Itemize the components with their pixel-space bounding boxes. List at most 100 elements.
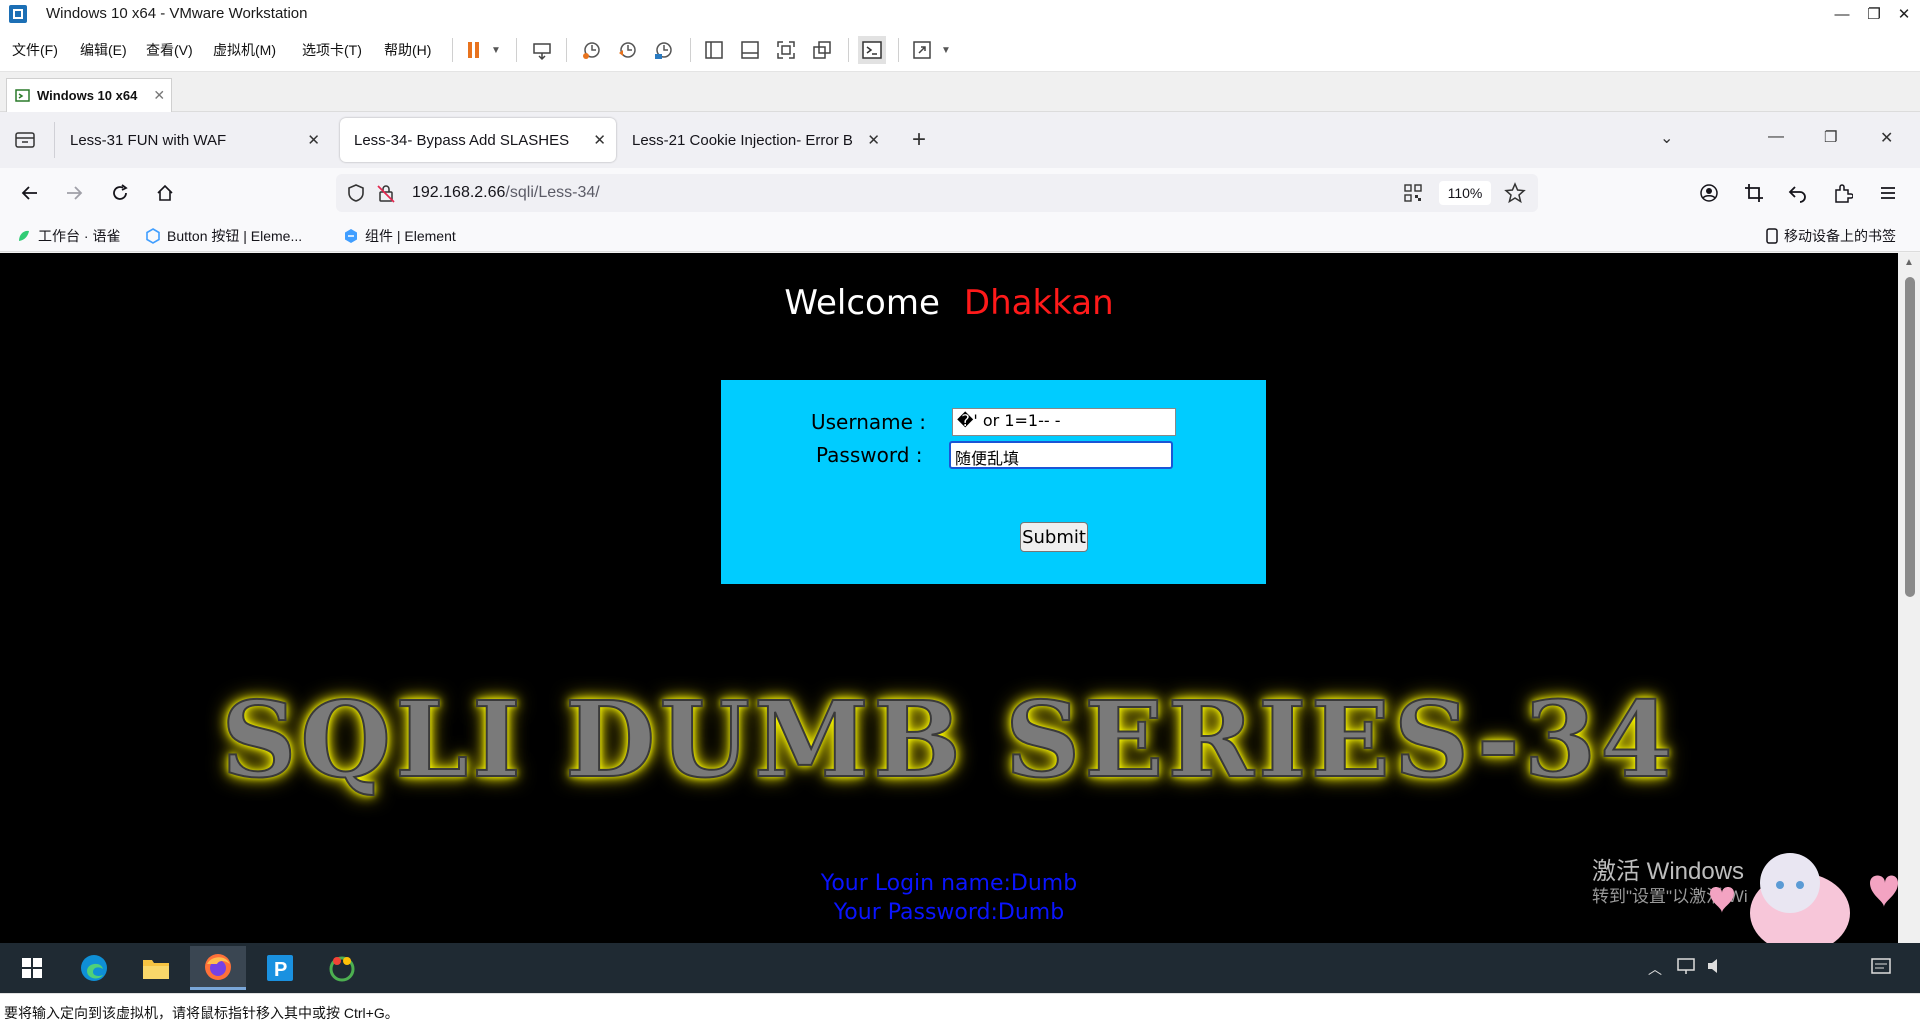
vm-tab-windows10[interactable]: Windows 10 x64 ✕ — [6, 78, 172, 112]
toolbar-separator — [690, 38, 691, 62]
shield-icon[interactable] — [346, 183, 366, 203]
account-icon[interactable] — [1695, 179, 1723, 207]
submit-button[interactable]: Submit — [1020, 522, 1088, 552]
qr-icon[interactable] — [1404, 184, 1422, 202]
windows-taskbar: P ︿ — [0, 943, 1920, 993]
username-input[interactable]: �' or 1=1-- - — [952, 408, 1176, 436]
browser-restore-button[interactable]: ❐ — [1824, 128, 1837, 146]
star-icon[interactable] — [1504, 182, 1526, 204]
restore-button[interactable]: ❐ — [1858, 0, 1890, 28]
element-icon — [345, 229, 357, 243]
tab-title: Less-34- Bypass Add SLASHES — [354, 131, 570, 149]
browser-minimize-button[interactable]: — — [1768, 128, 1784, 146]
list-tabs-icon[interactable]: ⌄ — [1660, 128, 1673, 148]
bookmark-label: 移动设备上的书签 — [1784, 228, 1896, 244]
network-icon[interactable] — [1676, 957, 1698, 975]
reload-icon[interactable] — [106, 179, 134, 207]
toolbar-separator — [898, 38, 899, 62]
undo-icon[interactable] — [1784, 179, 1812, 207]
menu-edit[interactable]: 编辑(E) — [80, 40, 127, 60]
bookmark-button-element[interactable]: Button 按钮 | Eleme... — [145, 226, 302, 246]
vmware-tab-strip: Windows 10 x64 ✕ — [0, 72, 1920, 112]
login-form: Username : �' or 1=1-- - Password : 随便乱填… — [721, 380, 1266, 584]
scroll-up-icon[interactable]: ▲ — [1904, 257, 1914, 268]
web-page: Welcome Dhakkan Username : �' or 1=1-- - … — [0, 253, 1898, 943]
stretch-icon[interactable] — [908, 36, 936, 64]
menu-file[interactable]: 文件(F) — [12, 40, 58, 60]
unity-icon[interactable] — [808, 36, 836, 64]
firefox-icon[interactable] — [190, 946, 246, 990]
tab-overview-icon[interactable] — [14, 130, 36, 150]
tab-less-34[interactable]: Less-34- Bypass Add SLASHES ✕ — [340, 118, 616, 162]
menu-vm[interactable]: 虚拟机(M) — [213, 40, 276, 60]
close-icon[interactable]: ✕ — [867, 131, 880, 149]
library-icon[interactable] — [700, 36, 728, 64]
browser-close-button[interactable]: ✕ — [1880, 128, 1893, 148]
tray-chevron-up-icon[interactable]: ︿ — [1648, 959, 1662, 979]
pause-icon[interactable] — [460, 36, 488, 64]
close-icon[interactable]: ✕ — [153, 87, 165, 104]
notification-icon[interactable] — [1870, 957, 1892, 977]
menu-view[interactable]: 查看(V) — [146, 40, 193, 60]
vmware-status-bar: 要将输入定向到该虚拟机，请将鼠标指针移入其中或按 Ctrl+G。 — [0, 993, 1920, 1029]
menu-tabs[interactable]: 选项卡(T) — [302, 40, 362, 60]
edge-icon[interactable] — [66, 946, 122, 990]
mobile-bookmarks[interactable]: 移动设备上的书签 — [1766, 226, 1896, 246]
vmware-icon — [8, 4, 28, 24]
series-banner: SQLI DUMB SERIES-34 — [220, 677, 1677, 802]
close-button[interactable]: ✕ — [1888, 0, 1920, 28]
mobile-icon — [1766, 228, 1778, 244]
welcome-text: Welcome — [784, 283, 940, 323]
bookmark-label: 工作台 · 语雀 — [38, 228, 121, 244]
chevron-down-icon[interactable]: ▼ — [936, 36, 956, 64]
vmware-title-bar: Windows 10 x64 - VMware Workstation — ❐ … — [0, 0, 1920, 28]
console-view-icon[interactable] — [858, 36, 886, 64]
tab-less-21[interactable]: Less-21 Cookie Injection- Error B ✕ — [618, 118, 890, 162]
screenshot-icon[interactable] — [1740, 179, 1768, 207]
forward-arrow-icon[interactable] — [60, 179, 88, 207]
password-input[interactable]: 随便乱填 — [949, 441, 1173, 469]
toolbar-separator — [452, 38, 453, 62]
password-label: Password : — [816, 443, 923, 467]
minimize-button[interactable]: — — [1826, 0, 1858, 28]
close-icon[interactable]: ✕ — [307, 131, 320, 149]
snapshot-icon[interactable] — [578, 36, 606, 64]
page-scrollbar[interactable]: ▲ — [1898, 253, 1920, 943]
bookmark-yuque[interactable]: 工作台 · 语雀 — [16, 226, 120, 246]
scroll-thumb[interactable] — [1905, 277, 1915, 597]
bookmark-component-element[interactable]: 组件 | Element — [343, 226, 456, 246]
menu-help[interactable]: 帮助(H) — [384, 40, 431, 60]
back-arrow-icon[interactable] — [16, 179, 44, 207]
welcome-heading: Welcome Dhakkan — [0, 283, 1898, 323]
url-text[interactable]: 192.168.2.66/sqli/Less-34/ — [412, 184, 600, 202]
zoom-level-badge[interactable]: 110% — [1439, 181, 1491, 205]
url-bar[interactable]: 192.168.2.66/sqli/Less-34/ 110% — [336, 174, 1538, 212]
revert-snapshot-icon[interactable] — [614, 36, 642, 64]
snapshot-manager-icon[interactable] — [650, 36, 678, 64]
bookmark-label: 组件 | Element — [365, 228, 456, 244]
thumbnail-bar-icon[interactable] — [736, 36, 764, 64]
url-path: /sqli/Less-34/ — [505, 184, 600, 201]
tab-less-31[interactable]: Less-31 FUN with WAF ✕ — [56, 118, 330, 162]
volume-icon[interactable] — [1706, 957, 1726, 975]
status-text: 要将输入定向到该虚拟机，请将鼠标指针移入其中或按 Ctrl+G。 — [4, 1005, 399, 1021]
windows-start-icon[interactable] — [4, 946, 60, 990]
explorer-icon[interactable] — [128, 946, 184, 990]
fullscreen-icon[interactable] — [772, 36, 800, 64]
anime-mascot-image — [1700, 843, 1898, 943]
menu-icon[interactable] — [1874, 179, 1902, 207]
home-icon[interactable] — [151, 179, 179, 207]
new-tab-button[interactable]: + — [912, 126, 926, 154]
toolbar-separator — [516, 38, 517, 62]
element-icon — [146, 228, 160, 244]
extensions-icon[interactable] — [1829, 179, 1857, 207]
welcome-name: Dhakkan — [963, 283, 1114, 323]
close-icon[interactable]: ✕ — [593, 131, 606, 149]
send-keys-icon[interactable] — [528, 36, 556, 64]
chevron-down-icon[interactable]: ▼ — [486, 36, 506, 64]
lock-slash-icon[interactable] — [376, 183, 396, 203]
navicat-icon[interactable] — [314, 946, 370, 990]
firefox-tab-strip: Less-31 FUN with WAF ✕ Less-34- Bypass A… — [0, 112, 1920, 168]
pycharm-icon[interactable]: P — [252, 946, 308, 990]
tab-title: Less-31 FUN with WAF — [70, 131, 227, 149]
